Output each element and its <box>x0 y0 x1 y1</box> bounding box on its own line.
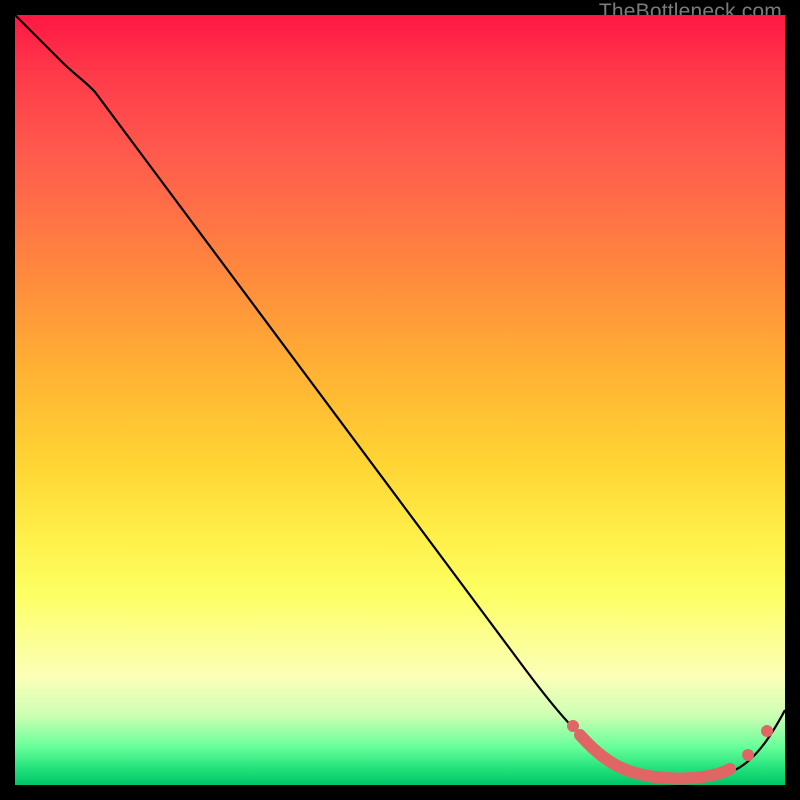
highlight-dot <box>743 750 754 761</box>
chart-stage: TheBottleneck.com <box>0 0 800 800</box>
highlight-dot <box>568 721 579 732</box>
bottleneck-curve <box>15 15 785 780</box>
highlight-dot <box>762 726 773 737</box>
optimal-range-cluster <box>580 735 730 779</box>
plot-area <box>15 15 785 785</box>
chart-svg <box>15 15 785 785</box>
